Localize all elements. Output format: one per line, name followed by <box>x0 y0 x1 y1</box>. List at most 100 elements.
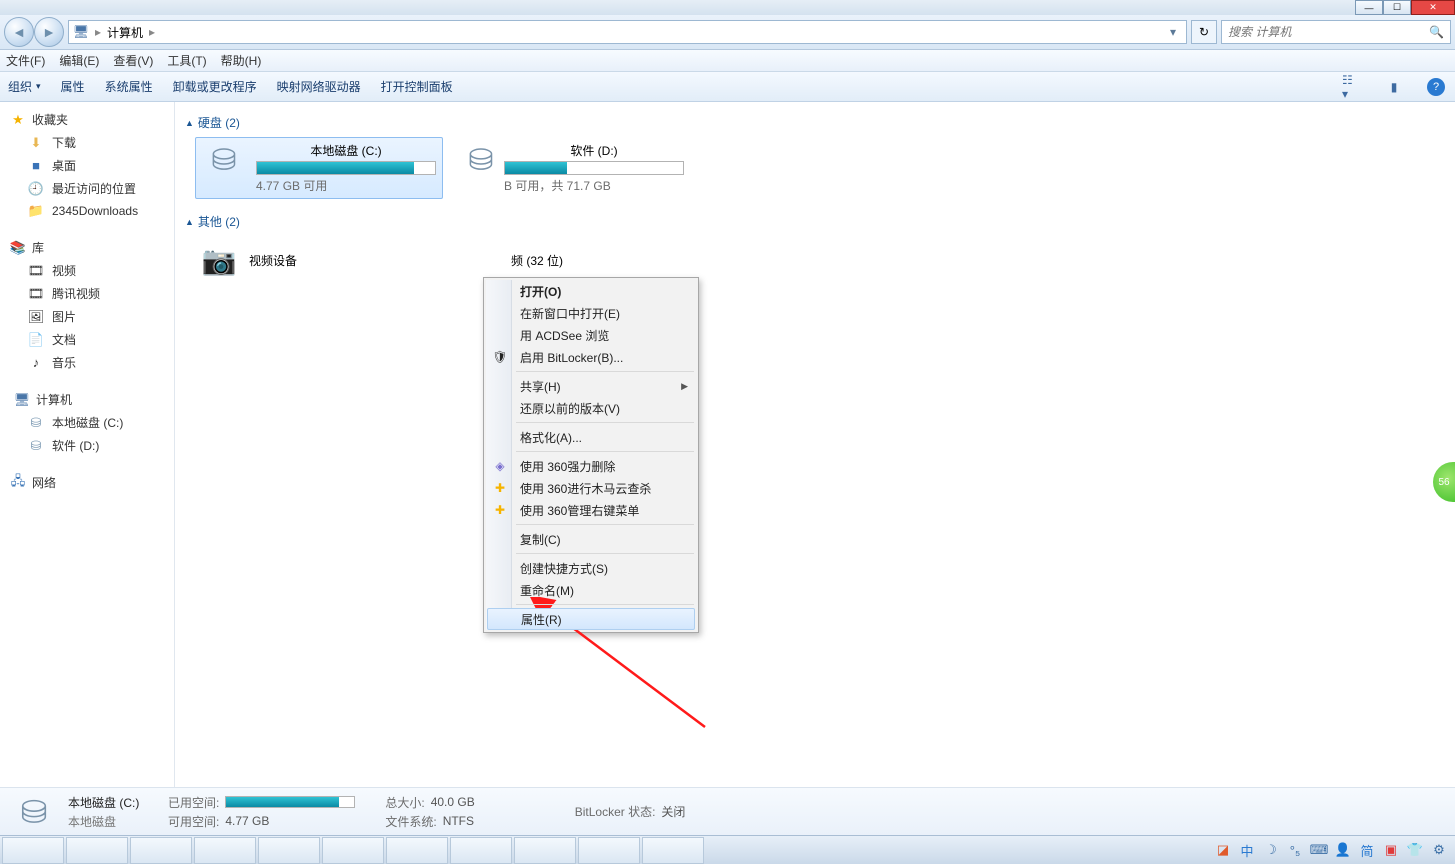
menu-edit[interactable]: 编辑(E) <box>59 52 99 69</box>
tray-settings-icon[interactable]: ⚙ <box>1431 842 1447 858</box>
taskbar-slot[interactable] <box>642 837 704 864</box>
tray-simplified-icon[interactable]: 简 <box>1359 842 1375 858</box>
refresh-button[interactable]: ↻ <box>1191 20 1217 44</box>
video-icon: 🎞 <box>28 263 44 279</box>
taskbar-slot[interactable] <box>66 837 128 864</box>
taskbar-slot[interactable] <box>450 837 512 864</box>
toolbar-properties[interactable]: 属性 <box>61 78 85 95</box>
picture-icon: 🖼 <box>28 309 44 325</box>
toolbar-organize[interactable]: 组织▾ <box>8 78 41 95</box>
nav-back-button[interactable]: ◄ <box>4 17 34 47</box>
ctx-create-shortcut[interactable]: 创建快捷方式(S) <box>486 557 696 579</box>
ctx-360-scan[interactable]: ✚使用 360进行木马云查杀 <box>486 477 696 499</box>
preview-pane-button[interactable]: ▮ <box>1383 76 1405 98</box>
taskbar-slot[interactable] <box>258 837 320 864</box>
sidebar-libraries-header[interactable]: 📚库 <box>0 236 174 259</box>
star-icon: ★ <box>10 112 26 128</box>
menu-view[interactable]: 查看(V) <box>113 52 153 69</box>
360-icon: ✚ <box>492 480 508 496</box>
tray-icon[interactable]: 👕 <box>1407 842 1423 858</box>
search-input[interactable] <box>1228 25 1429 39</box>
ctx-format[interactable]: 格式化(A)... <box>486 426 696 448</box>
ctx-open[interactable]: 打开(O) <box>486 280 696 302</box>
other-item-32bit[interactable]: 频 (32 位) <box>511 240 563 280</box>
sidebar-item-music[interactable]: ♪音乐 <box>0 351 174 374</box>
ctx-bitlocker[interactable]: 🛡启用 BitLocker(B)... <box>486 346 696 368</box>
tray-icon[interactable]: ☽ <box>1263 842 1279 858</box>
view-options-button[interactable]: ☷ ▾ <box>1341 76 1363 98</box>
window-close-button[interactable]: ✕ <box>1411 0 1455 15</box>
drive-free-text: B 可用，共 71.7 GB <box>504 177 684 194</box>
breadcrumb-address[interactable]: 🖥 ▸ 计算机 ▸ ▾ <box>68 20 1187 44</box>
ctx-share[interactable]: 共享(H)▶ <box>486 375 696 397</box>
ctx-properties[interactable]: 属性(R) <box>487 608 695 630</box>
sidebar-item-pictures[interactable]: 🖼图片 <box>0 305 174 328</box>
details-filesystem-value: NTFS <box>443 814 474 828</box>
ctx-open-new-window[interactable]: 在新窗口中打开(E) <box>486 302 696 324</box>
toolbar-system-properties[interactable]: 系统属性 <box>105 78 153 95</box>
sidebar-item-tencent-video[interactable]: 🎞腾讯视频 <box>0 282 174 305</box>
sidebar-item-2345downloads[interactable]: 📁2345Downloads <box>0 200 174 222</box>
sidebar-network-header[interactable]: 🖧网络 <box>0 471 174 494</box>
drive-free-text: 4.77 GB 可用 <box>256 177 436 194</box>
toolbar-uninstall[interactable]: 卸载或更改程序 <box>173 78 257 95</box>
tray-icon[interactable]: ▣ <box>1383 842 1399 858</box>
help-button[interactable]: ? <box>1425 76 1447 98</box>
menu-file[interactable]: 文件(F) <box>6 52 45 69</box>
search-icon[interactable]: 🔍 <box>1429 25 1444 39</box>
drive-icon: ⛁ <box>202 142 246 178</box>
sidebar-item-recent[interactable]: 🕘最近访问的位置 <box>0 177 174 200</box>
section-header-other[interactable]: ▲其他 (2) <box>185 213 1445 230</box>
download-icon: ⬇ <box>28 135 44 151</box>
breadcrumb-root[interactable]: 计算机 <box>107 24 143 41</box>
taskbar-slot[interactable] <box>2 837 64 864</box>
nav-forward-button[interactable]: ► <box>34 17 64 47</box>
details-title: 本地磁盘 (C:) <box>68 794 158 811</box>
menu-help[interactable]: 帮助(H) <box>221 52 262 69</box>
taskbar-slot[interactable] <box>130 837 192 864</box>
drive-icon: ⛁ <box>28 415 44 431</box>
ctx-acdsee[interactable]: 用 ACDSee 浏览 <box>486 324 696 346</box>
sidebar-item-documents[interactable]: 📄文档 <box>0 328 174 351</box>
ctx-copy[interactable]: 复制(C) <box>486 528 696 550</box>
ctx-360-delete[interactable]: ◈使用 360强力删除 <box>486 455 696 477</box>
search-box[interactable]: 🔍 <box>1221 20 1451 44</box>
ctx-rename[interactable]: 重命名(M) <box>486 579 696 601</box>
360-icon: ✚ <box>492 502 508 518</box>
window-minimize-button[interactable]: — <box>1355 0 1383 15</box>
window-maximize-button[interactable]: ☐ <box>1383 0 1411 15</box>
other-item-video-device[interactable]: 📷 视频设备 <box>199 240 297 280</box>
sidebar-favorites-header[interactable]: ★收藏夹 <box>0 108 174 131</box>
taskbar-slot[interactable] <box>386 837 448 864</box>
sidebar-item-drive-c[interactable]: ⛁本地磁盘 (C:) <box>0 411 174 434</box>
ctx-restore-previous[interactable]: 还原以前的版本(V) <box>486 397 696 419</box>
taskbar-slot[interactable] <box>578 837 640 864</box>
taskbar-slot[interactable] <box>194 837 256 864</box>
drive-card-c[interactable]: ⛁ 本地磁盘 (C:) 4.77 GB 可用 <box>195 137 443 199</box>
floating-side-badge[interactable]: 56 <box>1433 462 1455 502</box>
sidebar-item-downloads[interactable]: ⬇下载 <box>0 131 174 154</box>
tray-ime-icon[interactable]: 中 <box>1239 842 1255 858</box>
sidebar-computer-header[interactable]: 🖥计算机 <box>4 388 170 411</box>
toolbar-control-panel[interactable]: 打开控制面板 <box>381 78 453 95</box>
toolbar-map-drive[interactable]: 映射网络驱动器 <box>277 78 361 95</box>
tray-icon[interactable]: °₅ <box>1287 842 1303 858</box>
section-header-hdd[interactable]: ▲硬盘 (2) <box>185 114 1445 131</box>
tray-icon[interactable]: ◪ <box>1215 842 1231 858</box>
drive-card-d[interactable]: ⛁ 软件 (D:) B 可用，共 71.7 GB <box>461 137 691 199</box>
address-dropdown-button[interactable]: ▾ <box>1164 21 1182 43</box>
sidebar-item-desktop[interactable]: ■桌面 <box>0 154 174 177</box>
sidebar-item-videos[interactable]: 🎞视频 <box>0 259 174 282</box>
ctx-360-menu[interactable]: ✚使用 360管理右键菜单 <box>486 499 696 521</box>
sidebar-item-drive-d[interactable]: ⛁软件 (D:) <box>0 434 174 457</box>
taskbar-slot[interactable] <box>514 837 576 864</box>
tray-keyboard-icon[interactable]: ⌨ <box>1311 842 1327 858</box>
details-total-value: 40.0 GB <box>431 795 475 809</box>
recent-icon: 🕘 <box>28 181 44 197</box>
video-icon: 🎞 <box>28 286 44 302</box>
desktop-icon: ■ <box>28 158 44 174</box>
network-icon: 🖧 <box>10 475 26 491</box>
taskbar-slot[interactable] <box>322 837 384 864</box>
menu-tools[interactable]: 工具(T) <box>167 52 206 69</box>
tray-icon[interactable]: 👤 <box>1335 842 1351 858</box>
